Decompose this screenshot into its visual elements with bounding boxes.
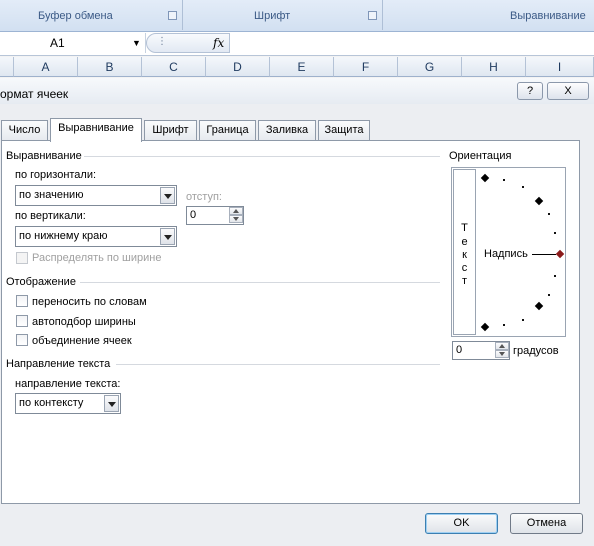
vertical-letter: е	[461, 236, 468, 248]
cancel-button[interactable]: Отмена	[510, 513, 583, 534]
column-header[interactable]: E	[270, 57, 334, 77]
direction-value: по контексту	[19, 397, 84, 409]
direction-select[interactable]: по контексту	[15, 393, 121, 414]
distribute-label: Распределять по ширине	[32, 252, 162, 264]
vertical-letter: к	[462, 249, 467, 261]
tab-fill[interactable]: Заливка	[258, 120, 316, 140]
section-divider	[116, 364, 440, 365]
column-header[interactable]: F	[334, 57, 398, 77]
column-header[interactable]: D	[206, 57, 270, 77]
column-header[interactable]: G	[398, 57, 462, 77]
formula-fx-area: ⋮ fx	[146, 33, 230, 53]
dial-dot-icon[interactable]	[554, 275, 556, 277]
ribbon-group-alignment-label: Выравнивание	[510, 10, 586, 22]
help-button[interactable]: ?	[517, 82, 543, 100]
indent-value: 0	[190, 209, 197, 221]
indent-label: отступ:	[186, 191, 222, 203]
tab-alignment[interactable]: Выравнивание	[50, 118, 142, 142]
dial-dot-icon[interactable]	[548, 213, 550, 215]
direction-label: направление текста:	[15, 378, 121, 390]
chevron-down-icon[interactable]	[104, 395, 119, 412]
vertical-text-button[interactable]: Т е к с т	[453, 169, 476, 335]
resize-handle-icon[interactable]: ⋮	[157, 36, 167, 47]
name-box-value: A1	[50, 36, 65, 50]
wrap-text-checkbox[interactable]	[16, 295, 28, 307]
section-display-title: Отображение	[6, 276, 76, 288]
vertical-letter: т	[461, 275, 468, 287]
degrees-label: градусов	[513, 345, 559, 357]
dial-dot-icon[interactable]	[548, 294, 550, 296]
merge-cells-checkbox[interactable]	[16, 334, 28, 346]
close-button[interactable]: X	[547, 82, 589, 100]
dial-dot-icon[interactable]	[522, 186, 524, 188]
horizontal-value: по значению	[19, 189, 84, 201]
chevron-down-icon[interactable]: ▼	[132, 38, 141, 48]
tab-protection[interactable]: Защита	[318, 120, 370, 140]
ribbon-group-font-label: Шрифт	[254, 10, 291, 22]
column-header[interactable]: A	[14, 57, 78, 77]
orientation-sample-text: Надпись	[484, 248, 528, 260]
clipboard-launcher-icon[interactable]	[168, 11, 177, 20]
column-header[interactable]: C	[142, 57, 206, 77]
chevron-down-icon[interactable]	[160, 228, 175, 245]
chevron-down-icon[interactable]	[160, 187, 175, 204]
degrees-value: 0	[456, 344, 463, 356]
dial-dot-icon[interactable]	[503, 179, 505, 181]
wrap-text-label: переносить по словам	[32, 296, 147, 308]
section-divider	[84, 156, 440, 157]
degrees-stepper[interactable]: 0	[452, 341, 510, 360]
ok-button[interactable]: OK	[425, 513, 498, 534]
spin-up-icon[interactable]	[229, 207, 243, 215]
section-alignment-title: Выравнивание	[6, 150, 82, 162]
name-box[interactable]: A1 ▼	[0, 33, 146, 53]
vertical-value: по нижнему краю	[19, 230, 108, 242]
tab-border[interactable]: Граница	[199, 120, 256, 140]
section-orientation-title: Ориентация	[449, 150, 512, 162]
dial-dot-icon[interactable]	[503, 324, 505, 326]
section-direction-title: Направление текста	[6, 358, 111, 370]
ribbon-group-clipboard-label: Буфер обмена	[38, 10, 113, 22]
dialog-title: ормат ячеек	[0, 87, 69, 101]
select-all-corner[interactable]	[0, 57, 14, 77]
shrink-to-fit-label: автоподбор ширины	[32, 316, 136, 328]
dial-dot-icon[interactable]	[522, 319, 524, 321]
horizontal-label: по горизонтали:	[15, 169, 97, 181]
column-header[interactable]: I	[526, 57, 594, 77]
spin-down-icon[interactable]	[229, 215, 243, 223]
vertical-select[interactable]: по нижнему краю	[15, 226, 177, 247]
ribbon-separator	[382, 0, 383, 30]
spin-up-icon[interactable]	[495, 342, 509, 350]
column-header[interactable]: B	[78, 57, 142, 77]
orientation-needle	[532, 254, 556, 255]
horizontal-select[interactable]: по значению	[15, 185, 177, 206]
tab-font[interactable]: Шрифт	[144, 120, 197, 140]
spin-down-icon[interactable]	[495, 350, 509, 358]
vertical-label: по вертикали:	[15, 210, 86, 222]
font-launcher-icon[interactable]	[368, 11, 377, 20]
insert-function-icon[interactable]: fx	[213, 36, 224, 50]
ribbon: Буфер обмена Шрифт Выравнивание	[0, 0, 594, 32]
tab-number[interactable]: Число	[1, 120, 48, 140]
shrink-to-fit-checkbox[interactable]	[16, 315, 28, 327]
vertical-letter: с	[461, 262, 468, 274]
column-header[interactable]: H	[462, 57, 526, 77]
dialog-titlebar[interactable]	[0, 78, 594, 104]
ribbon-separator	[182, 0, 183, 30]
vertical-letter: Т	[461, 222, 468, 234]
dial-dot-icon[interactable]	[554, 232, 556, 234]
indent-stepper[interactable]: 0	[186, 206, 244, 225]
distribute-checkbox[interactable]	[16, 252, 28, 264]
section-divider	[80, 282, 440, 283]
merge-cells-label: объединение ячеек	[32, 335, 132, 347]
